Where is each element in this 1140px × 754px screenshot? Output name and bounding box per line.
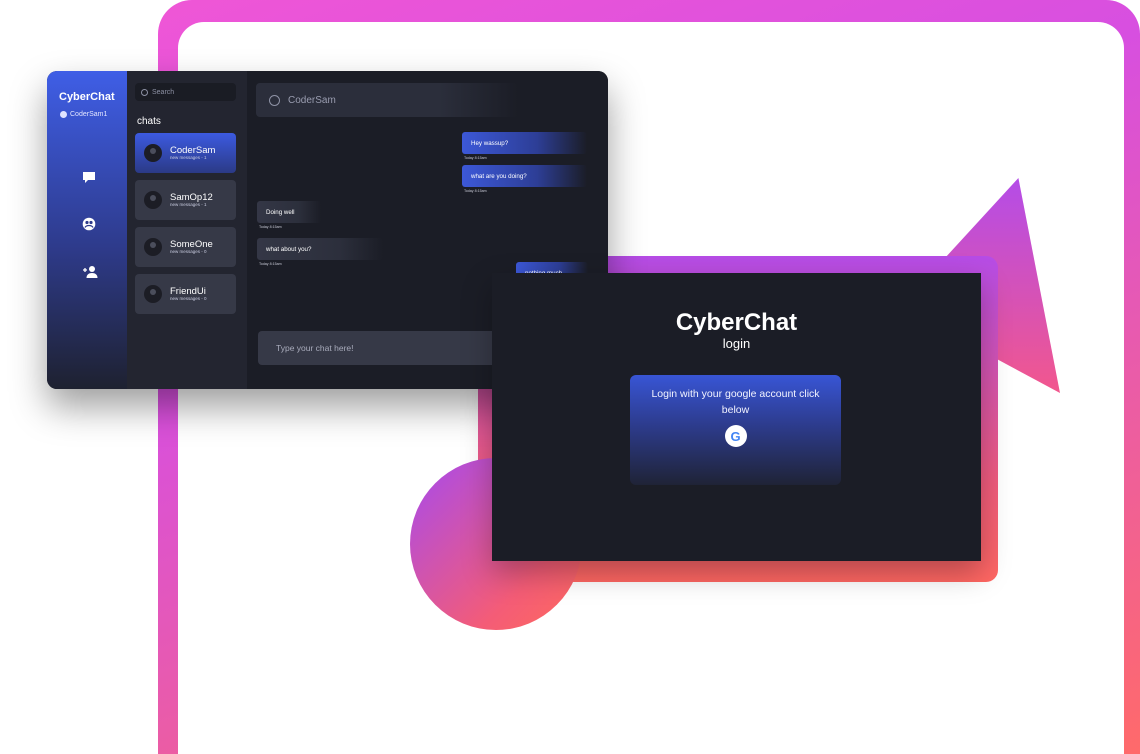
message-time: Today 8:15am (464, 156, 487, 160)
avatar (144, 191, 162, 209)
chat-list-item-someone[interactable]: SomeOne new messages - 0 (135, 227, 236, 267)
search-placeholder: Search (152, 88, 175, 96)
message-time: Today 8:15am (259, 262, 282, 266)
message-received: what about you? (257, 238, 383, 260)
chat-name: CoderSam (170, 144, 216, 156)
message-time: Today 8:15am (464, 189, 487, 193)
avatar (144, 144, 162, 162)
chat-name: FriendUi (170, 285, 206, 297)
login-card: Login with your google account click bel… (630, 375, 841, 485)
chat-name: SomeOne (170, 238, 213, 250)
conversation-header: CoderSam (256, 83, 518, 117)
google-icon: G (730, 428, 741, 444)
app-title: CyberChat (59, 91, 115, 103)
avatar (144, 285, 162, 303)
message-sent: what are you doing? (462, 165, 587, 187)
nav-rail: CyberChat CoderSam1 (47, 71, 127, 389)
chat-bubble-icon[interactable] (82, 171, 96, 185)
login-title: CyberChat (675, 309, 798, 336)
chats-heading: chats (137, 116, 161, 127)
chat-new-messages: new messages - 0 (170, 249, 207, 254)
message-received: Doing well (257, 201, 321, 223)
login-window: CyberChat login Login with your google a… (492, 273, 981, 561)
login-subtitle: login (722, 336, 751, 351)
chat-new-messages: new messages - 1 (170, 202, 207, 207)
chat-list-item-codersam[interactable]: CoderSam new messages - 1 (135, 133, 236, 173)
current-user: CoderSam1 (60, 111, 107, 118)
group-icon[interactable] (82, 217, 96, 231)
search-icon (141, 88, 148, 96)
user-avatar-icon (60, 111, 67, 118)
current-user-name: CoderSam1 (70, 111, 108, 118)
chat-list-item-friendui[interactable]: FriendUi new messages - 0 (135, 274, 236, 314)
avatar (144, 238, 162, 256)
chat-new-messages: new messages - 0 (170, 296, 207, 301)
google-login-button[interactable]: G (724, 425, 747, 447)
user-circle-icon (269, 94, 280, 106)
chat-new-messages: new messages - 1 (170, 155, 207, 160)
conversation-title: CoderSam (288, 94, 336, 106)
add-user-icon[interactable] (82, 265, 98, 279)
message-time: Today 8:15am (259, 225, 282, 229)
message-sent: Hey wassup? (462, 132, 587, 154)
login-message: Login with your google account click bel… (651, 388, 820, 416)
message-input-placeholder: Type your chat here! (276, 343, 354, 353)
search-input[interactable]: Search (135, 83, 236, 101)
chat-list-item-samop12[interactable]: SamOp12 new messages - 1 (135, 180, 236, 220)
chat-name: SamOp12 (170, 191, 213, 203)
chat-list-panel: Search chats CoderSam new messages - 1 S… (127, 71, 319, 389)
